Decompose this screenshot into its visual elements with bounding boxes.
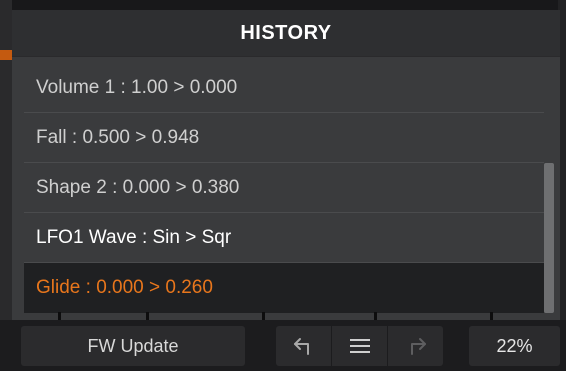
history-item[interactable]: Fall : 0.500 > 0.948	[24, 113, 544, 163]
fw-update-button[interactable]: FW Update	[21, 326, 245, 366]
history-item-label: Fall : 0.500 > 0.948	[36, 126, 200, 148]
history-item[interactable]: LFO1 Wave : Sin > Sqr	[24, 213, 544, 263]
fw-update-label: FW Update	[87, 335, 179, 356]
tick-mark	[262, 312, 265, 320]
history-list: Volume 1 : 1.00 > 0.000 Fall : 0.500 > 0…	[24, 63, 544, 313]
undo-icon	[293, 336, 315, 356]
zoom-label: 22%	[496, 335, 533, 356]
history-title: HISTORY	[240, 21, 332, 44]
bottom-toolbar: FW Update 22%	[0, 320, 566, 371]
history-item[interactable]: Volume 1 : 1.00 > 0.000	[24, 63, 544, 113]
history-panel: HISTORY Volume 1 : 1.00 > 0.000 Fall : 0…	[12, 10, 560, 320]
history-item[interactable]: Shape 2 : 0.000 > 0.380	[24, 163, 544, 213]
tick-mark	[58, 312, 61, 320]
background-accent	[0, 50, 12, 60]
redo-icon	[405, 336, 427, 356]
redo-button[interactable]	[388, 326, 443, 366]
undo-button[interactable]	[276, 326, 331, 366]
screen: HISTORY Volume 1 : 1.00 > 0.000 Fall : 0…	[0, 0, 566, 371]
background-panel-left	[0, 0, 12, 320]
history-scrollbar[interactable]	[544, 63, 554, 313]
tick-mark	[146, 312, 149, 320]
history-item-selected[interactable]: Glide : 0.000 > 0.260	[24, 263, 544, 313]
background-ticks	[12, 312, 560, 320]
history-item-label: LFO1 Wave : Sin > Sqr	[36, 226, 232, 248]
zoom-level-button[interactable]: 22%	[469, 326, 560, 366]
tick-mark	[490, 312, 493, 320]
history-nav-group	[276, 326, 443, 366]
scrollbar-thumb[interactable]	[544, 163, 554, 313]
history-item-label: Shape 2 : 0.000 > 0.380	[36, 176, 240, 198]
history-item-label: Glide : 0.000 > 0.260	[36, 277, 213, 298]
history-item-label: Volume 1 : 1.00 > 0.000	[36, 76, 238, 98]
tick-mark	[374, 312, 377, 320]
menu-icon	[349, 337, 371, 355]
history-header: HISTORY	[12, 10, 560, 57]
history-menu-button[interactable]	[332, 326, 387, 366]
